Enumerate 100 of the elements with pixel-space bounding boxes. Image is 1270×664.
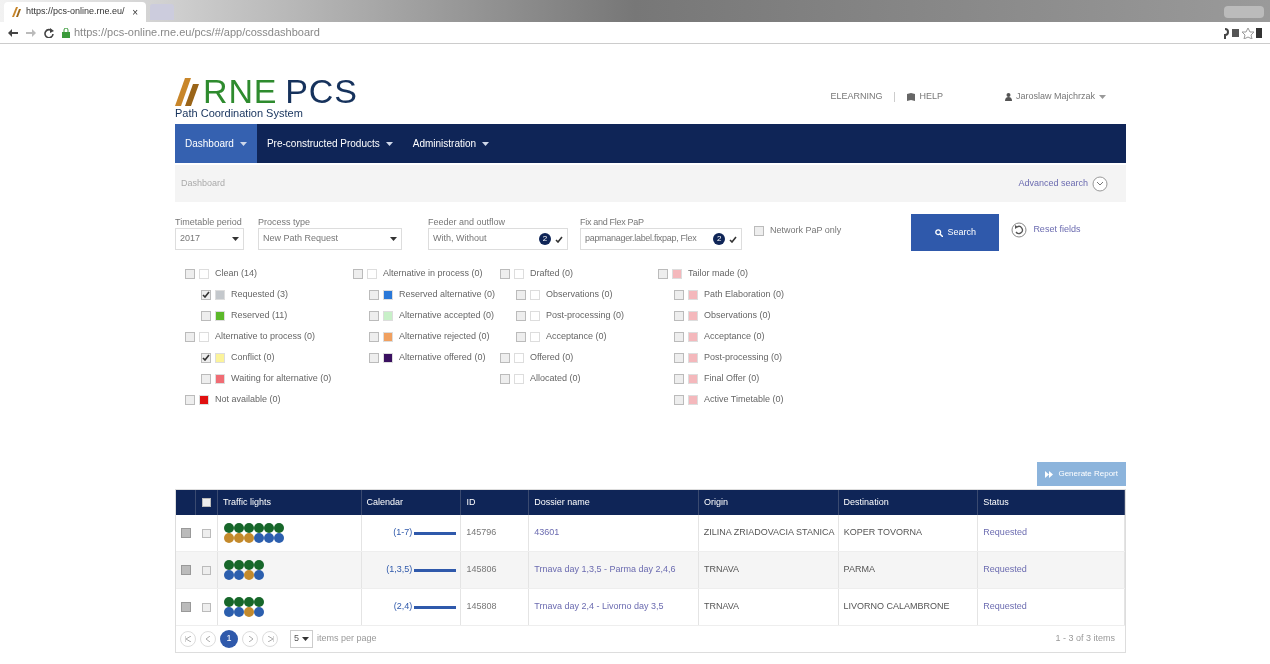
page-size-label: items per page (317, 632, 377, 646)
search-button[interactable]: Search (911, 214, 1000, 251)
back-icon[interactable] (8, 28, 18, 37)
checkbox[interactable] (674, 373, 684, 384)
status-filter[interactable]: Conflict (0) (201, 347, 353, 368)
expand-button[interactable] (180, 602, 191, 612)
page-size-select[interactable]: 5 (290, 630, 313, 648)
table-cell: TRNAVA (703, 600, 740, 614)
table-cell: TRNAVA (703, 563, 740, 577)
checkbox[interactable] (500, 373, 510, 384)
page-button[interactable]: 1 (220, 630, 238, 648)
status-filter[interactable]: Tailor made (0) (658, 263, 858, 284)
next-page-icon (246, 636, 254, 642)
dossier-link[interactable]: Trnava day 2,4 - Livorno day 3,5 (534, 600, 664, 614)
logo-subtitle: Path Coordination System (175, 106, 304, 120)
caret-icon (1099, 94, 1106, 99)
checkbox[interactable] (201, 602, 211, 612)
checkbox[interactable] (754, 225, 764, 236)
status-link[interactable]: Requested (983, 563, 1027, 577)
status-filter[interactable]: Alternative accepted (0) (369, 305, 500, 326)
status-filter[interactable]: Final Offer (0) (674, 368, 858, 389)
status-filter[interactable]: Requested (3) (201, 284, 353, 305)
checkbox[interactable] (516, 289, 526, 300)
reload-icon[interactable] (44, 27, 54, 38)
checkbox[interactable] (658, 268, 668, 279)
status-filter[interactable]: Reserved alternative (0) (369, 284, 500, 305)
status-filter[interactable]: Alternative in process (0) (353, 263, 500, 284)
calendar-days: (1-7) (393, 526, 413, 540)
network-pap-checkbox[interactable]: Network PaP only (754, 224, 842, 238)
status-link[interactable]: Requested (983, 600, 1027, 614)
check-icon (202, 291, 210, 298)
checkbox[interactable] (201, 310, 211, 321)
status-filter[interactable]: Not available (0) (185, 389, 353, 410)
header-link[interactable]: ELEARNING (830, 90, 883, 104)
checkbox[interactable] (674, 310, 684, 321)
status-filter[interactable]: Waiting for alternative (0) (201, 368, 353, 389)
status-filter[interactable]: Allocated (0) (500, 368, 658, 389)
checkbox[interactable] (201, 498, 211, 507)
checkbox[interactable] (201, 528, 211, 538)
caret-icon (390, 237, 397, 241)
expand-button[interactable] (180, 528, 191, 538)
status-filter[interactable]: Observations (0) (516, 284, 658, 305)
checkbox[interactable] (674, 289, 684, 300)
checkbox[interactable] (500, 352, 510, 363)
status-link[interactable]: Requested (983, 526, 1027, 540)
table-cell: 145796 (466, 526, 497, 540)
select-field[interactable]: New Path Request (258, 228, 402, 250)
user-menu[interactable]: Jaroslaw Majchrzak (1004, 90, 1106, 104)
checkbox[interactable] (516, 310, 526, 321)
checkbox[interactable] (674, 394, 684, 405)
status-filter[interactable]: Drafted (0) (500, 263, 658, 284)
address-bar[interactable]: https://pcs-online.rne.eu/pcs/#/app/cossdashboard (62, 24, 1214, 41)
status-filter[interactable]: Clean (14) (185, 263, 353, 284)
table-cell: 145808 (466, 600, 497, 614)
checkbox[interactable] (201, 373, 211, 384)
checkbox[interactable] (369, 289, 379, 300)
status-filter[interactable]: Post-processing (0) (516, 305, 658, 326)
reset-fields-link[interactable]: Reset fields (1011, 222, 1081, 238)
dossier-link[interactable]: Trnava day 1,3,5 - Parma day 2,4,6 (534, 563, 676, 577)
status-filter[interactable]: Alternative rejected (0) (369, 326, 500, 347)
browser-tab[interactable]: https://pcs-online.rne.eu/ × (4, 2, 146, 22)
checkbox[interactable] (201, 352, 211, 363)
forward-icon[interactable] (26, 28, 36, 37)
advanced-search-link[interactable]: Advanced search (1018, 175, 1108, 192)
caret-icon (385, 141, 393, 146)
checkbox[interactable] (185, 331, 195, 342)
status-filter[interactable]: Path Elaboration (0) (674, 284, 858, 305)
dossier-link[interactable]: 43601 (534, 526, 560, 540)
status-filter[interactable]: Acceptance (0) (516, 326, 658, 347)
select-field[interactable]: 2017 (175, 228, 244, 250)
multi-select-field[interactable]: papmanager.label.fixpap, Flex 2 (580, 228, 742, 250)
tab-close-icon[interactable]: × (132, 4, 138, 20)
nav-tab[interactable]: Dashboard (175, 124, 257, 163)
status-filter[interactable]: Acceptance (0) (674, 326, 858, 347)
status-filter[interactable]: Post-processing (0) (674, 347, 858, 368)
checkbox[interactable] (500, 268, 510, 279)
checkbox[interactable] (369, 331, 379, 342)
nav-tab[interactable]: Administration (402, 124, 500, 163)
checkbox[interactable] (369, 310, 379, 321)
multi-select-field[interactable]: With, Without 2 (428, 228, 568, 250)
checkbox[interactable] (353, 268, 363, 279)
expand-button[interactable] (180, 565, 191, 575)
status-filter[interactable]: Alternative offered (0) (369, 347, 500, 368)
checkbox[interactable] (201, 565, 211, 575)
status-filter[interactable]: Observations (0) (674, 305, 858, 326)
status-filter[interactable]: Alternative to process (0) (185, 326, 353, 347)
checkbox[interactable] (674, 352, 684, 363)
status-filter[interactable]: Active Timetable (0) (674, 389, 858, 410)
nav-tab[interactable]: Pre-constructed Products (256, 124, 403, 163)
search-icon (934, 228, 943, 237)
status-filter[interactable]: Offered (0) (500, 347, 658, 368)
checkbox[interactable] (185, 268, 195, 279)
checkbox[interactable] (674, 331, 684, 342)
status-filter[interactable]: Reserved (11) (201, 305, 353, 326)
table-cell: ZILINA ZRIADOVACIA STANICA (703, 526, 835, 540)
checkbox[interactable] (369, 352, 379, 363)
header-link[interactable]: HELP (907, 90, 943, 104)
checkbox[interactable] (516, 331, 526, 342)
checkbox[interactable] (201, 289, 211, 300)
checkbox[interactable] (185, 394, 195, 405)
